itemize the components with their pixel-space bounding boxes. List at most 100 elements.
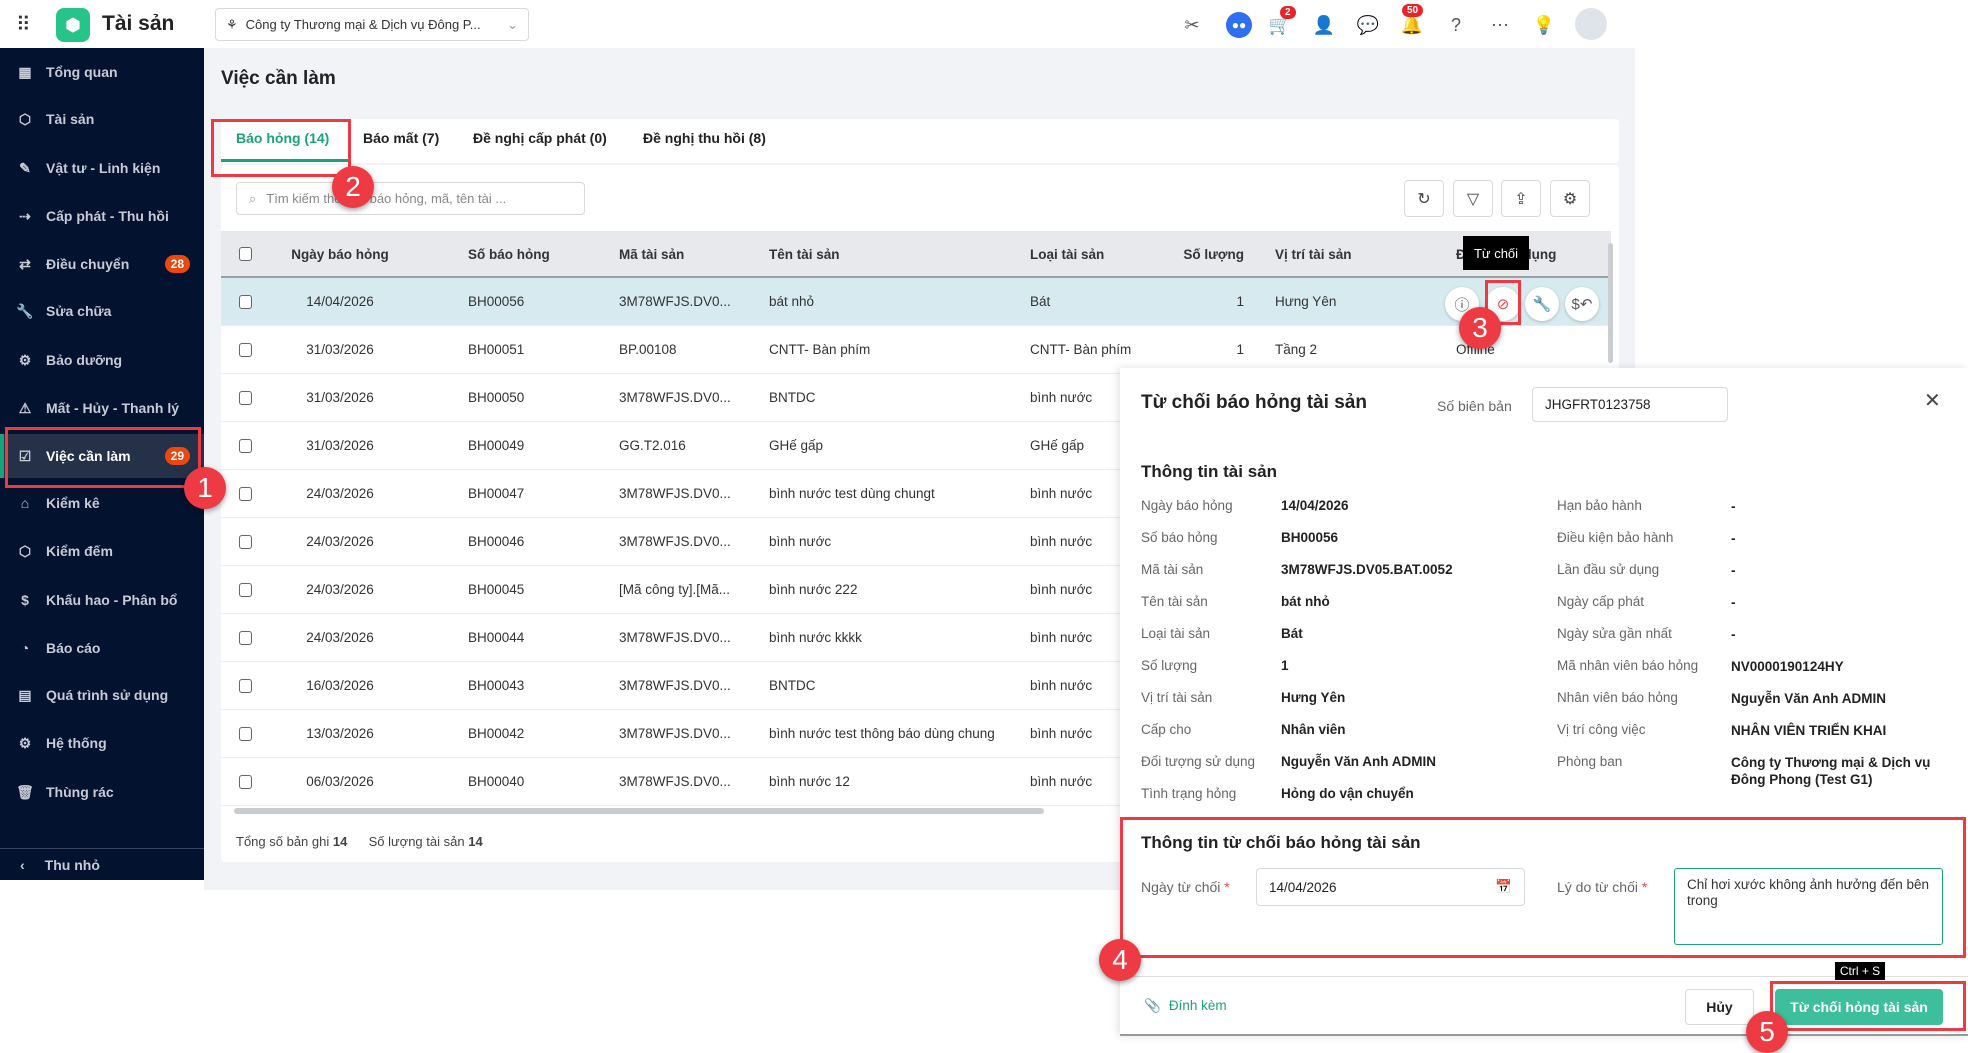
sidebar-item-8[interactable]: ☑ Việc cần làm 29 — [0, 434, 204, 478]
sidebar-item-4[interactable]: ⇄ Điều chuyển 28 — [0, 242, 204, 286]
chat-icon[interactable]: 💬 — [1355, 12, 1381, 38]
table-cell: GHế gấp — [1030, 438, 1085, 453]
sidebar-item-5[interactable]: 🔧 Sửa chữa — [0, 289, 204, 333]
column-header[interactable]: Ngày báo hỏng — [284, 247, 396, 262]
sidebar-item-14[interactable]: ⚙ Hệ thống — [0, 721, 204, 765]
user-transfer-icon: ⇢ — [19, 207, 31, 224]
sidebar-item-9[interactable]: ⌂ Kiểm kê — [0, 481, 204, 525]
sidebar-item-11[interactable]: $ Khấu hao - Phân bổ — [0, 578, 204, 622]
column-header[interactable]: Tên tài sản — [769, 247, 840, 262]
liquidate-button[interactable]: $↶ — [1565, 287, 1599, 321]
reject-tooltip: Từ chối — [1463, 236, 1529, 270]
tools-icon[interactable]: ✂ — [1179, 12, 1205, 38]
sidebar-item-10[interactable]: ⬡ Kiểm đếm — [0, 529, 204, 573]
submit-reject-button[interactable]: Từ chối hỏng tài sản — [1775, 989, 1943, 1025]
sidebar-collapse[interactable]: ‹ Thu nhỏ — [0, 848, 204, 880]
horizontal-scrollbar[interactable] — [234, 808, 1044, 814]
table-cell: CNTT- Bàn phím — [1030, 342, 1132, 357]
search-input[interactable]: ⌕ Tìm kiếm theo số báo hỏng, mã, tên tài… — [236, 182, 585, 215]
reject-date-input[interactable]: 14/04/2026 📅 — [1256, 868, 1525, 906]
sidebar-item-15[interactable]: 🗑 Thùng rác — [0, 770, 204, 814]
reason-textarea[interactable]: Chỉ hơi xước không ảnh hưởng đến bên tro… — [1674, 868, 1943, 945]
record-number-input[interactable]: JHGFRT0123758 — [1532, 387, 1728, 422]
sidebar-item-7[interactable]: ⚠ Mất - Hủy - Thanh lý — [0, 386, 204, 430]
info-label: Số lượng — [1141, 658, 1198, 673]
ai-bot-icon[interactable]: ●● — [1226, 12, 1252, 38]
table-cell: 3M78WFJS.DV0... — [619, 390, 731, 405]
table-cell: BH00040 — [468, 774, 525, 789]
chevron-down-icon: ⌄ — [507, 16, 518, 32]
row-checkbox[interactable] — [239, 631, 252, 645]
required-mark: * — [1641, 879, 1648, 895]
tab-bao-hong[interactable]: Báo hỏng (14) — [236, 130, 329, 146]
sidebar-item-3[interactable]: ⇢ Cấp phát - Thu hồi — [0, 194, 204, 238]
avatar[interactable] — [1575, 8, 1607, 40]
company-select[interactable]: ⚘ Công ty Thương mại & Dịch vụ Đông P...… — [215, 8, 529, 41]
tab-de-nghi-thu-hoi[interactable]: Đề nghị thu hồi (8) — [643, 130, 766, 146]
row-checkbox[interactable] — [239, 727, 252, 741]
tab-bao-mat[interactable]: Báo mất (7) — [363, 130, 439, 146]
sidebar-item-1[interactable]: ⬡ Tài sản — [0, 97, 204, 141]
table-cell: BH00056 — [468, 294, 525, 309]
table-cell: BNTDC — [769, 390, 816, 405]
column-header[interactable]: Loại tài sản — [1030, 247, 1104, 262]
cancel-button[interactable]: Hủy — [1685, 989, 1754, 1025]
total-value: 14 — [332, 834, 348, 849]
add-user-icon[interactable]: 👤 — [1311, 12, 1337, 38]
top-bar: ⠿ ⬢ Tài sản ⚘ Công ty Thương mại & Dịch … — [0, 0, 1968, 48]
sidebar-item-13[interactable]: ▤ Quá trình sử dụng — [0, 673, 204, 717]
sidebar-item-0[interactable]: ▦ Tổng quan — [0, 50, 204, 94]
table-row[interactable] — [221, 278, 1611, 326]
tab-de-nghi-cap-phat[interactable]: Đề nghị cấp phát (0) — [473, 130, 607, 146]
row-checkbox[interactable] — [239, 487, 252, 501]
refresh-button[interactable]: ↻ — [1404, 180, 1444, 217]
table-cell: 3M78WFJS.DV0... — [619, 678, 731, 693]
table-cell: BH00047 — [468, 486, 525, 501]
select-all-checkbox[interactable] — [239, 247, 252, 261]
sidebar-item-label: Kiểm kê — [46, 495, 100, 511]
reject-date-label-text: Ngày từ chối — [1141, 879, 1221, 895]
sidebar-item-label: Hệ thống — [46, 735, 107, 751]
settings-button[interactable]: ⚙ — [1550, 180, 1590, 217]
more-icon[interactable]: ⋯ — [1487, 12, 1513, 38]
column-header[interactable]: Mã tài sản — [619, 247, 684, 262]
warning-icon: ⚠ — [18, 399, 32, 416]
row-checkbox[interactable] — [239, 775, 252, 789]
sidebar-item-label: Thùng rác — [46, 784, 114, 800]
sidebar-item-12[interactable]: ◔ Báo cáo — [0, 626, 204, 670]
reject-panel: Từ chối báo hỏng tài sản Số biên bản JHG… — [1120, 368, 1968, 1036]
row-checkbox[interactable] — [239, 679, 252, 693]
column-header[interactable]: Vị trí tài sản — [1275, 247, 1352, 262]
sidebar-item-6[interactable]: ⚙ Bảo dưỡng — [0, 338, 204, 382]
attach-button[interactable]: 📎 Đính kèm — [1144, 998, 1227, 1014]
filter-button[interactable]: ▽ — [1453, 180, 1493, 217]
table-row[interactable] — [221, 326, 1611, 374]
table-cell: 1 — [1236, 294, 1244, 309]
row-checkbox[interactable] — [239, 583, 252, 597]
row-checkbox[interactable] — [239, 535, 252, 549]
close-icon[interactable]: ✕ — [1924, 388, 1941, 413]
vertical-scrollbar[interactable] — [1608, 243, 1613, 363]
row-checkbox[interactable] — [239, 295, 252, 309]
info-label: Hạn bảo hành — [1557, 498, 1642, 513]
idea-icon[interactable]: 💡 — [1531, 12, 1557, 38]
reject-date-label: Ngày từ chối * — [1141, 879, 1230, 895]
collapse-label: Thu nhỏ — [44, 856, 100, 873]
table-cell: [Mã công ty].[Mã... — [619, 582, 731, 597]
maintenance-icon: ⚙ — [18, 351, 32, 368]
step-marker-1: 1 — [184, 467, 226, 509]
apps-grid-icon[interactable]: ⠿ — [16, 12, 31, 37]
column-header[interactable]: Số báo hỏng — [468, 247, 550, 262]
table-cell: BH00050 — [468, 390, 525, 405]
grid-icon: ▦ — [18, 63, 32, 80]
sidebar-item-label: Báo cáo — [46, 640, 101, 656]
row-checkbox[interactable] — [239, 391, 252, 405]
repair-button[interactable]: 🔧 — [1525, 287, 1559, 321]
export-button[interactable]: ⇪ — [1501, 180, 1541, 217]
info-value: 14/04/2026 — [1281, 498, 1349, 513]
sidebar-item-2[interactable]: ✎ Vật tư - Linh kiện — [0, 146, 204, 190]
help-icon[interactable]: ? — [1443, 12, 1469, 38]
row-checkbox[interactable] — [239, 343, 252, 357]
row-checkbox[interactable] — [239, 439, 252, 453]
column-header[interactable]: Số lượng — [1164, 247, 1244, 262]
